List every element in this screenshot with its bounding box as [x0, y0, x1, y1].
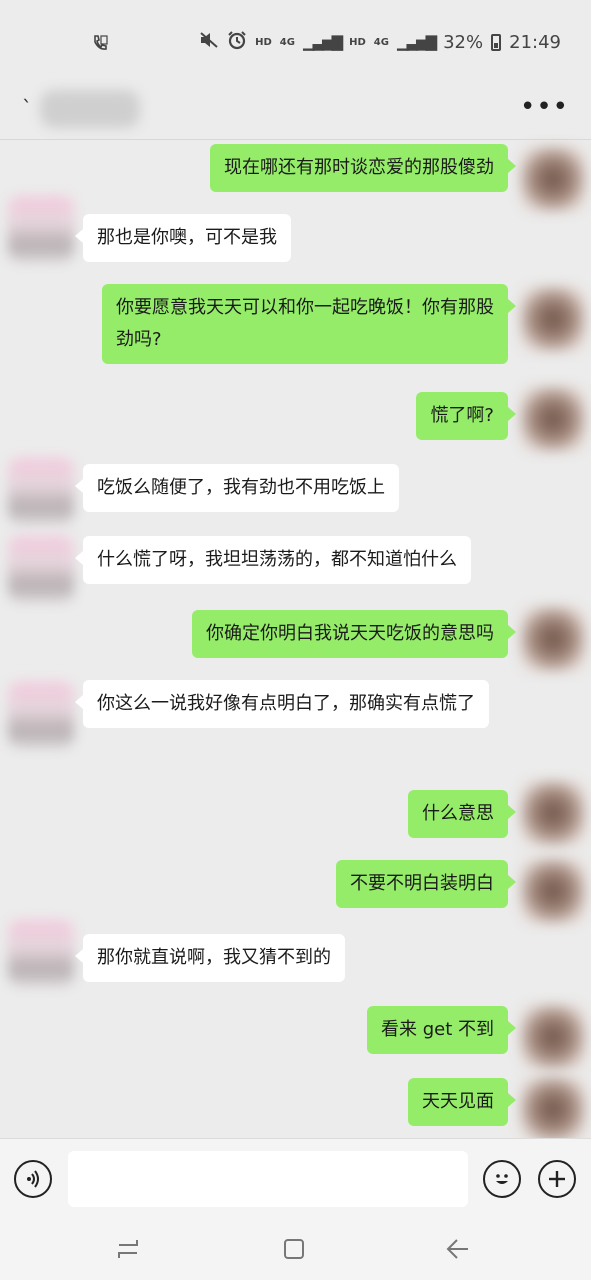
avatar[interactable] [520, 386, 586, 452]
signal-icon-2: ▁▃▅▇ [396, 33, 437, 51]
sent-message[interactable]: 什么意思 [408, 790, 516, 838]
avatar[interactable] [520, 780, 586, 846]
received-message[interactable]: 那也是你噢，可不是我 [75, 214, 291, 262]
avatar[interactable] [8, 458, 74, 524]
avatar[interactable] [520, 858, 586, 924]
call-forward-icon [92, 34, 108, 59]
status-bar: HD 4G ▁▃▅▇ HD 4G ▁▃▅▇ 32% 21:49 [0, 0, 591, 88]
message-list: 现在哪还有那时谈恋爱的那股傻劲 那也是你噢，可不是我 你要愿意我天天可以和你一起… [0, 140, 591, 1142]
avatar[interactable] [520, 146, 586, 212]
received-message[interactable]: 吃饭么随便了，我有劲也不用吃饭上 [75, 464, 399, 512]
message-input[interactable] [68, 1151, 468, 1207]
network-label-1: 4G [279, 36, 295, 48]
more-options-button[interactable]: ••• [520, 92, 569, 122]
received-message[interactable]: 你这么一说我好像有点明白了，那确实有点慌了 [75, 680, 489, 728]
sent-message[interactable]: 你确定你明白我说天天吃饭的意思吗 [192, 610, 516, 658]
avatar[interactable] [520, 606, 586, 672]
avatar[interactable] [8, 536, 74, 602]
received-message[interactable]: 什么慌了呀，我坦坦荡荡的，都不知道怕什么 [75, 536, 471, 584]
input-bar [0, 1138, 591, 1218]
home-icon[interactable] [274, 1232, 314, 1266]
hd-label-1: HD [255, 36, 272, 48]
recent-apps-icon[interactable] [108, 1232, 148, 1266]
avatar[interactable] [8, 920, 74, 986]
received-message[interactable]: 那你就直说啊，我又猜不到的 [75, 934, 345, 982]
sent-message[interactable]: 看来 get 不到 [366, 1006, 517, 1054]
battery-icon [491, 33, 502, 51]
chat-title-blurred [40, 90, 140, 128]
chat-header: ˋ ••• [0, 88, 591, 140]
status-icons: HD 4G ▁▃▅▇ HD 4G ▁▃▅▇ 32% 21:49 [199, 30, 561, 54]
chat-screen: HD 4G ▁▃▅▇ HD 4G ▁▃▅▇ 32% 21:49 ˋ ••• 现在… [0, 0, 591, 1280]
back-icon[interactable] [438, 1232, 478, 1266]
sent-message[interactable]: 不要不明白装明白 [336, 860, 516, 908]
avatar[interactable] [8, 196, 74, 262]
clock: 21:49 [509, 31, 561, 53]
back-chevron-icon[interactable]: ˋ [22, 96, 32, 120]
avatar[interactable] [520, 1004, 586, 1070]
sent-message[interactable]: 天天见面 [408, 1078, 516, 1126]
sent-message[interactable]: 现在哪还有那时谈恋爱的那股傻劲 [210, 144, 516, 192]
battery-percent: 32% [443, 31, 484, 53]
signal-icon: ▁▃▅▇ [302, 33, 343, 51]
avatar[interactable] [520, 1076, 586, 1142]
hd-label-2: HD [349, 36, 366, 48]
avatar[interactable] [8, 682, 74, 748]
sent-message[interactable]: 你要愿意我天天可以和你一起吃晚饭！你有那股劲吗? [102, 284, 516, 364]
alarm-icon [227, 30, 247, 54]
mute-icon [199, 31, 219, 53]
emoji-icon[interactable] [483, 1160, 521, 1198]
voice-icon[interactable] [14, 1160, 52, 1198]
navigation-bar [0, 1218, 591, 1280]
plus-icon[interactable] [538, 1160, 576, 1198]
avatar[interactable] [520, 286, 586, 352]
network-label-2: 4G [373, 36, 389, 48]
sent-message[interactable]: 慌了啊? [416, 392, 516, 440]
